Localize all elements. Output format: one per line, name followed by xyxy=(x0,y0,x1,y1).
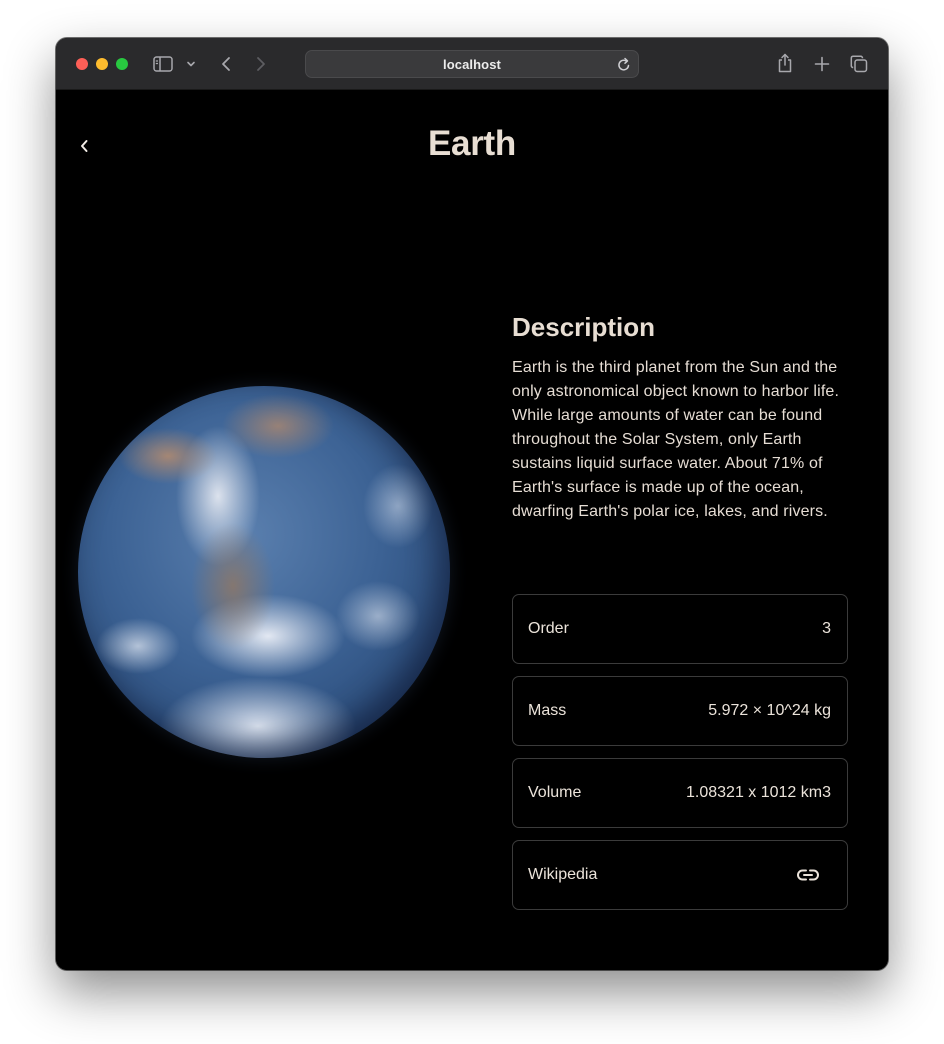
reload-icon[interactable] xyxy=(616,56,632,72)
page-title: Earth xyxy=(428,124,516,163)
browser-toolbar: localhost xyxy=(56,38,888,90)
mass-value: 5.972 × 10^24 kg xyxy=(708,702,831,719)
close-window-button[interactable] xyxy=(76,58,88,70)
volume-value: 1.08321 x 1012 km3 xyxy=(686,784,831,801)
chevron-down-icon[interactable] xyxy=(185,58,197,70)
mass-label: Mass xyxy=(528,702,567,719)
page-content: Earth Description Earth is the third pla… xyxy=(56,90,888,970)
browser-window: localhost Earth Description Earth is the… xyxy=(56,38,888,970)
maximize-window-button[interactable] xyxy=(116,58,128,70)
back-arrow-icon[interactable] xyxy=(216,54,236,74)
order-value: 3 xyxy=(822,620,831,637)
tab-overview-icon[interactable] xyxy=(848,53,870,75)
volume-label: Volume xyxy=(528,784,582,801)
description-text: Earth is the third planet from the Sun a… xyxy=(512,359,840,520)
address-bar[interactable]: localhost xyxy=(305,50,639,78)
description-heading: Description xyxy=(512,312,656,342)
info-card-mass: Mass 5.972 × 10^24 kg xyxy=(512,676,848,746)
new-tab-icon[interactable] xyxy=(811,53,833,75)
forward-arrow-icon[interactable] xyxy=(251,54,271,74)
order-label: Order xyxy=(528,620,569,637)
address-text: localhost xyxy=(443,56,501,72)
minimize-window-button[interactable] xyxy=(96,58,108,70)
link-icon xyxy=(797,869,819,881)
info-card-order: Order 3 xyxy=(512,594,848,664)
info-card-volume: Volume 1.08321 x 1012 km3 xyxy=(512,758,848,828)
wikipedia-label: Wikipedia xyxy=(528,866,598,883)
earth-globe-image xyxy=(78,386,450,758)
sidebar-toggle-icon[interactable] xyxy=(152,54,174,74)
planet-image xyxy=(78,386,450,758)
wikipedia-link[interactable]: Wikipedia xyxy=(512,840,848,910)
share-icon[interactable] xyxy=(774,52,796,74)
